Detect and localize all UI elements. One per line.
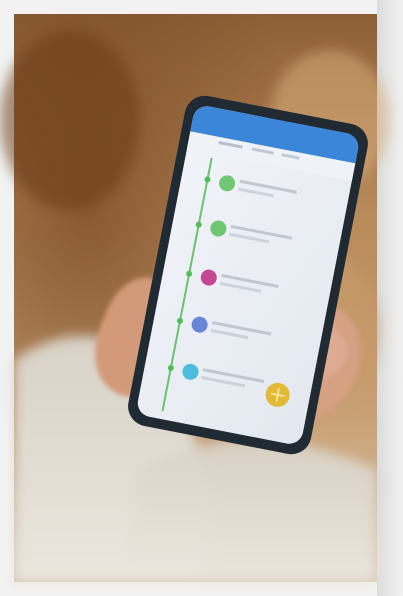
- hands-holding-phone-photo: [0, 14, 390, 582]
